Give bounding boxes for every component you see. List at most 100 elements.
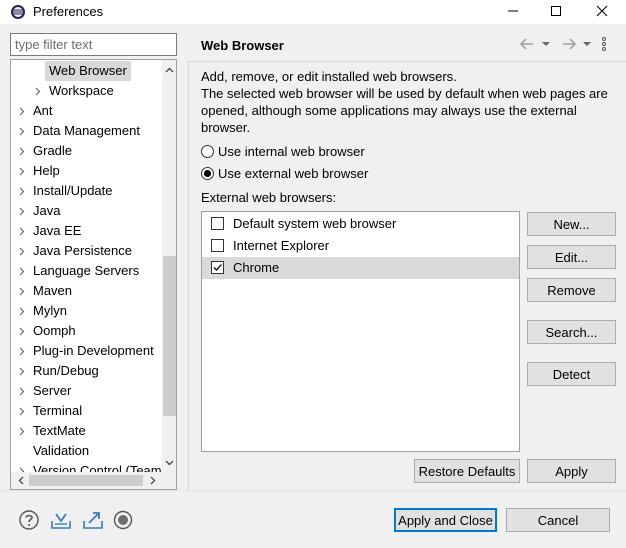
- chevron-right-icon[interactable]: [17, 241, 27, 261]
- radio-external-label: Use external web browser: [218, 165, 369, 181]
- remove-button[interactable]: Remove: [527, 278, 616, 302]
- search-button[interactable]: Search...: [527, 320, 616, 344]
- browser-label: Default system web browser: [233, 216, 397, 231]
- help-icon[interactable]: [18, 509, 40, 531]
- chevron-right-icon[interactable]: [17, 101, 27, 121]
- view-menu-icon[interactable]: [600, 36, 608, 52]
- chevron-right-icon[interactable]: [17, 261, 27, 281]
- chevron-right-icon[interactable]: [17, 221, 27, 241]
- scroll-up-icon[interactable]: [162, 62, 176, 77]
- browser-row[interactable]: Default system web browser: [202, 213, 519, 235]
- chevron-right-icon[interactable]: [17, 141, 27, 161]
- tree-item[interactable]: Validation: [15, 441, 161, 461]
- tree-item[interactable]: Java Persistence: [15, 241, 161, 261]
- tree-item-label: Help: [33, 163, 60, 178]
- close-button[interactable]: [582, 0, 622, 24]
- tree-item-label: Java Persistence: [33, 243, 132, 258]
- chevron-right-icon[interactable]: [17, 201, 27, 221]
- tree-item[interactable]: Gradle: [15, 141, 161, 161]
- tree-item[interactable]: TextMate: [15, 421, 161, 441]
- tree-item[interactable]: Help: [15, 161, 161, 181]
- tree-item[interactable]: Install/Update: [15, 181, 161, 201]
- apply-and-close-button[interactable]: Apply and Close: [394, 508, 497, 532]
- detect-button[interactable]: Detect: [527, 362, 616, 386]
- tree-item[interactable]: Run/Debug: [15, 361, 161, 381]
- horizontal-scroll-thumb[interactable]: [29, 475, 143, 486]
- back-arrow-icon[interactable]: [518, 36, 536, 52]
- browser-label: Chrome: [233, 260, 280, 275]
- record-icon[interactable]: [112, 509, 134, 531]
- maximize-icon: [550, 5, 562, 20]
- tree-item[interactable]: Plug-in Development: [15, 341, 161, 361]
- apply-button[interactable]: Apply: [527, 459, 616, 483]
- cancel-button[interactable]: Cancel: [506, 508, 610, 532]
- tree-item[interactable]: Server: [15, 381, 161, 401]
- tree-item[interactable]: Terminal: [15, 401, 161, 421]
- tree-item[interactable]: Java EE: [15, 221, 161, 241]
- tree-item[interactable]: Mylyn: [15, 301, 161, 321]
- browser-checkbox[interactable]: [211, 217, 224, 230]
- radio-internal-browser[interactable]: Use internal web browser: [201, 142, 365, 160]
- dropdown-icon[interactable]: [541, 36, 551, 52]
- chevron-right-icon[interactable]: [17, 181, 27, 201]
- vertical-scrollbar[interactable]: [162, 60, 176, 472]
- tree-item-label: Java: [33, 203, 61, 218]
- browser-checkbox[interactable]: [211, 239, 224, 252]
- edit-button[interactable]: Edit...: [527, 245, 616, 269]
- browser-row[interactable]: Internet Explorer: [202, 235, 519, 257]
- tree-item[interactable]: Web Browser: [15, 61, 161, 81]
- tree-item[interactable]: Data Management: [15, 121, 161, 141]
- tree-item[interactable]: Ant: [15, 101, 161, 121]
- browser-list[interactable]: Default system web browser Internet Explo…: [201, 211, 520, 452]
- window-title: Preferences: [33, 4, 104, 19]
- chevron-right-icon[interactable]: [17, 381, 27, 401]
- radio-button[interactable]: [201, 166, 214, 180]
- scroll-left-icon[interactable]: [13, 472, 28, 489]
- maximize-button[interactable]: [536, 0, 576, 24]
- forward-arrow-icon[interactable]: [560, 36, 578, 52]
- tree-item-label: Mylyn: [33, 303, 67, 318]
- chevron-right-icon[interactable]: [17, 401, 27, 421]
- filter-input[interactable]: [10, 33, 177, 56]
- external-browsers-label: External web browsers:: [201, 190, 337, 205]
- export-icon[interactable]: [82, 509, 104, 531]
- scroll-right-icon[interactable]: [145, 472, 160, 489]
- tree-item[interactable]: Workspace: [15, 81, 161, 101]
- scroll-down-icon[interactable]: [162, 455, 176, 470]
- radio-external-browser[interactable]: Use external web browser: [201, 164, 368, 182]
- chevron-right-icon[interactable]: [17, 281, 27, 301]
- tree-item-label: Run/Debug: [33, 363, 99, 378]
- page-description: Add, remove, or edit installed web brows…: [201, 69, 608, 135]
- browser-checkbox[interactable]: [211, 261, 224, 274]
- import-icon[interactable]: [50, 509, 72, 531]
- new-button[interactable]: New...: [527, 212, 616, 236]
- tree-item[interactable]: Maven: [15, 281, 161, 301]
- eclipse-icon: [10, 4, 26, 20]
- chevron-right-icon[interactable]: [17, 341, 27, 361]
- chevron-right-icon[interactable]: [17, 301, 27, 321]
- chevron-right-icon[interactable]: [17, 461, 27, 472]
- tree-item-label: Web Browser: [45, 61, 131, 81]
- tree-item[interactable]: Language Servers: [15, 261, 161, 281]
- minimize-button[interactable]: [493, 0, 533, 24]
- restore-defaults-button[interactable]: Restore Defaults: [414, 459, 520, 483]
- close-icon: [596, 5, 608, 20]
- chevron-right-icon[interactable]: [17, 361, 27, 381]
- tree-item-label: Language Servers: [33, 263, 140, 278]
- radio-internal-label: Use internal web browser: [218, 143, 365, 159]
- chevron-right-icon[interactable]: [17, 121, 27, 141]
- chevron-right-icon[interactable]: [17, 161, 27, 181]
- preferences-tree[interactable]: Web Browser Workspace Ant Data Management Gr…: [10, 59, 177, 490]
- tree-item[interactable]: Java: [15, 201, 161, 221]
- tree-item[interactable]: Oomph: [15, 321, 161, 341]
- radio-button[interactable]: [201, 144, 214, 158]
- vertical-scroll-thumb[interactable]: [163, 256, 176, 416]
- chevron-right-icon[interactable]: [17, 421, 27, 441]
- tree-item[interactable]: Version Control (Team): [15, 461, 161, 472]
- dropdown-icon[interactable]: [582, 36, 592, 52]
- chevron-right-icon[interactable]: [17, 321, 27, 341]
- tree-item-label: Workspace: [49, 83, 114, 98]
- chevron-right-icon[interactable]: [33, 81, 43, 101]
- horizontal-scrollbar[interactable]: [11, 472, 162, 489]
- browser-row[interactable]: Chrome: [202, 257, 519, 279]
